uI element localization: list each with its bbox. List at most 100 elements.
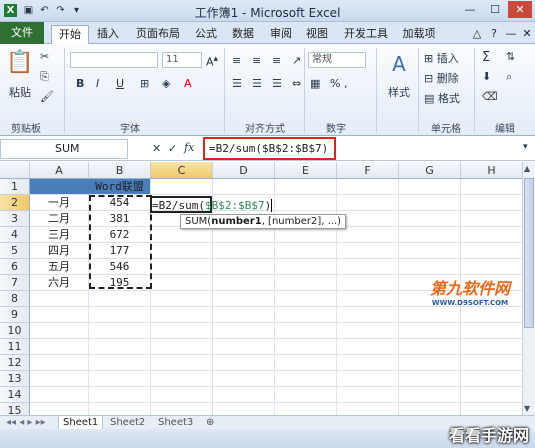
cell-g12[interactable] — [399, 355, 461, 371]
cell-c15[interactable] — [151, 403, 213, 415]
cell-g9[interactable] — [399, 307, 461, 323]
accounting-icon[interactable]: ▦ — [310, 77, 320, 90]
cell-h1[interactable] — [461, 179, 522, 195]
underline-button[interactable]: U — [116, 77, 124, 90]
help-icon[interactable]: ? — [487, 25, 501, 43]
row-header-1[interactable]: 1 — [0, 179, 30, 195]
cell-h12[interactable] — [461, 355, 522, 371]
cell-f15[interactable] — [337, 403, 399, 415]
cell-h5[interactable] — [461, 243, 522, 259]
minimize-icon[interactable]: — — [458, 1, 482, 18]
cell-a14[interactable] — [30, 387, 89, 403]
grow-font-icon[interactable]: A▴ — [206, 53, 218, 69]
cell-d12[interactable] — [213, 355, 275, 371]
tab-view[interactable]: 视图 — [302, 25, 332, 43]
font-color-icon[interactable]: A — [184, 77, 192, 90]
cell-e7[interactable] — [275, 275, 337, 291]
merge-icon[interactable]: ⇔ — [292, 77, 301, 90]
cell-e14[interactable] — [275, 387, 337, 403]
cell-e5[interactable] — [275, 243, 337, 259]
cell-f2[interactable] — [337, 195, 399, 211]
cell-f4[interactable] — [337, 227, 399, 243]
column-header-e[interactable]: E — [275, 162, 337, 179]
cell-a15[interactable] — [30, 403, 89, 415]
ribbon-minimize-icon[interactable]: △ — [470, 25, 484, 43]
sheet-nav-icons[interactable]: ◂◂ ◂ ▸ ▸▸ — [2, 416, 50, 429]
row-header-13[interactable]: 13 — [0, 371, 30, 387]
cell-g15[interactable] — [399, 403, 461, 415]
cell-d6[interactable] — [213, 259, 275, 275]
cell-d9[interactable] — [213, 307, 275, 323]
cell-c7[interactable] — [151, 275, 213, 291]
tab-formulas[interactable]: 公式 — [191, 25, 221, 43]
cell-a13[interactable] — [30, 371, 89, 387]
sheet-tab-1[interactable]: Sheet1 — [58, 416, 104, 430]
scroll-thumb[interactable] — [524, 178, 534, 328]
cell-g13[interactable] — [399, 371, 461, 387]
cell-f9[interactable] — [337, 307, 399, 323]
fill-icon[interactable]: ⬇ — [482, 70, 491, 83]
cell-d1[interactable] — [213, 179, 275, 195]
sort-filter-icon[interactable]: ⇅ — [506, 50, 515, 63]
cell-a2[interactable]: 一月 — [30, 195, 89, 211]
workbook-close-icon[interactable]: ✕ — [520, 25, 534, 43]
cell-h14[interactable] — [461, 387, 522, 403]
row-header-5[interactable]: 5 — [0, 243, 30, 259]
cell-e11[interactable] — [275, 339, 337, 355]
cell-e12[interactable] — [275, 355, 337, 371]
column-header-f[interactable]: F — [337, 162, 399, 179]
delete-cells-button[interactable]: ⊟ 删除 — [424, 70, 459, 86]
cell-h11[interactable] — [461, 339, 522, 355]
tooltip-current-arg[interactable]: number1 — [211, 216, 262, 227]
cell-g10[interactable] — [399, 323, 461, 339]
cell-h4[interactable] — [461, 227, 522, 243]
cell-h10[interactable] — [461, 323, 522, 339]
row-header-10[interactable]: 10 — [0, 323, 30, 339]
cell-b14[interactable] — [89, 387, 151, 403]
cell-a4[interactable]: 三月 — [30, 227, 89, 243]
row-header-9[interactable]: 9 — [0, 307, 30, 323]
cell-c13[interactable] — [151, 371, 213, 387]
cell-a9[interactable] — [30, 307, 89, 323]
vertical-scrollbar[interactable]: ▲ ▼ — [522, 162, 535, 415]
close-icon[interactable]: ✕ — [508, 1, 532, 18]
expand-formula-icon[interactable]: ▾ — [523, 142, 528, 152]
cell-c1[interactable] — [151, 179, 213, 195]
cell-g5[interactable] — [399, 243, 461, 259]
scroll-up-icon[interactable]: ▲ — [524, 164, 530, 173]
align-middle-icon[interactable]: ≡ — [252, 54, 261, 67]
cell-c9[interactable] — [151, 307, 213, 323]
name-box[interactable]: SUM — [0, 139, 128, 159]
tab-file[interactable]: 文件 — [0, 22, 44, 44]
insert-cells-button[interactable]: ⊞ 插入 — [424, 50, 459, 66]
cell-g3[interactable] — [399, 211, 461, 227]
row-header-3[interactable]: 3 — [0, 211, 30, 227]
cell-c2-formula[interactable]: =B2/sum($B$2:$B$7)​ — [152, 198, 273, 213]
cell-b8[interactable] — [89, 291, 151, 307]
tab-developer[interactable]: 开发工具 — [341, 25, 391, 43]
row-header-4[interactable]: 4 — [0, 227, 30, 243]
cell-e4[interactable] — [275, 227, 337, 243]
number-format-select[interactable]: 常规 — [308, 52, 366, 68]
cell-d15[interactable] — [213, 403, 275, 415]
cell-a3[interactable]: 二月 — [30, 211, 89, 227]
cell-e2[interactable] — [275, 195, 337, 211]
styles-label[interactable]: 样式 — [384, 84, 414, 100]
column-header-d[interactable]: D — [213, 162, 275, 179]
cell-e9[interactable] — [275, 307, 337, 323]
cell-c10[interactable] — [151, 323, 213, 339]
cell-h13[interactable] — [461, 371, 522, 387]
tab-insert[interactable]: 插入 — [92, 25, 124, 43]
cell-e1[interactable] — [275, 179, 337, 195]
align-left-icon[interactable]: ☰ — [232, 77, 242, 90]
cell-g14[interactable] — [399, 387, 461, 403]
cell-d5[interactable] — [213, 243, 275, 259]
cell-d4[interactable] — [213, 227, 275, 243]
autosum-icon[interactable]: Σ — [482, 50, 490, 65]
cell-e10[interactable] — [275, 323, 337, 339]
clear-icon[interactable]: ⌫ — [482, 90, 498, 103]
cancel-icon[interactable]: ✕ — [152, 142, 161, 155]
cell-d14[interactable] — [213, 387, 275, 403]
cell-f8[interactable] — [337, 291, 399, 307]
cell-b9[interactable] — [89, 307, 151, 323]
